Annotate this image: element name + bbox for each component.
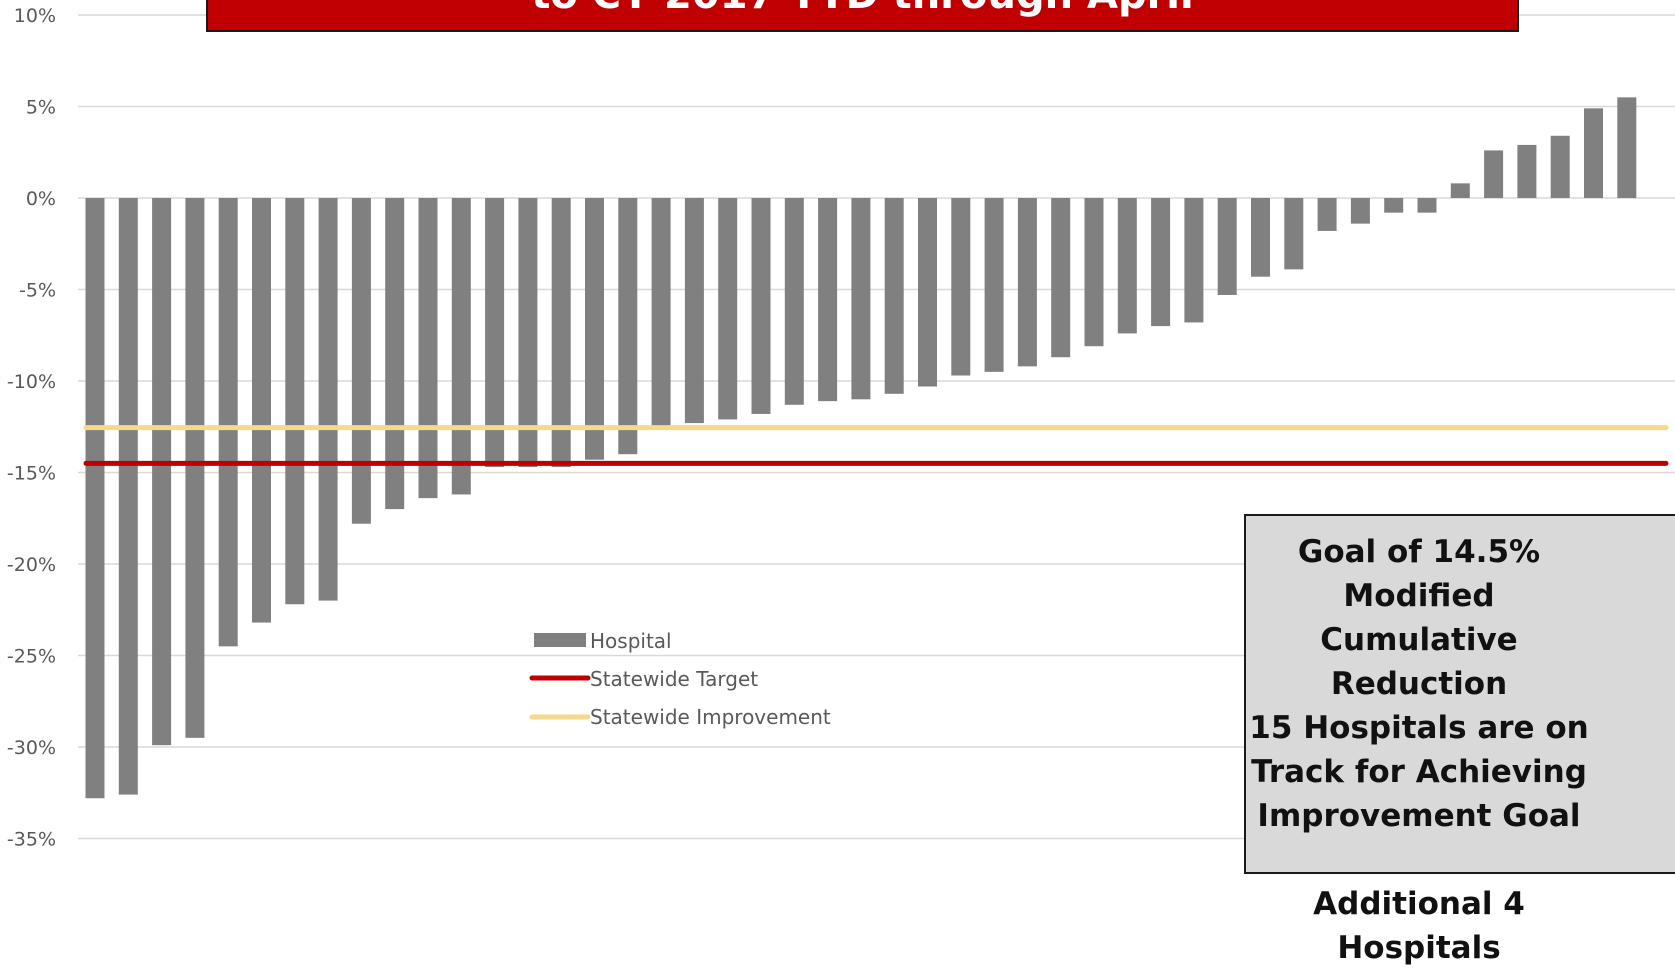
hospital-bar: [984, 198, 1004, 372]
title-banner: to CY 2017 YTD through April: [206, 0, 1519, 32]
banner-text: to CY 2017 YTD through April: [531, 0, 1193, 18]
hospital-bar: [1350, 198, 1370, 224]
hospital-bar: [784, 198, 804, 405]
hospital-bar: [285, 198, 305, 605]
hospital-bar: [1550, 135, 1570, 198]
hospital-bar: [1417, 198, 1437, 213]
hospital-bar: [1317, 198, 1337, 231]
hospital-bar: [318, 198, 338, 601]
hospital-bar: [951, 198, 971, 376]
hospital-bar: [1151, 198, 1171, 327]
hospital-bar: [751, 198, 771, 414]
hospital-bar: [851, 198, 871, 400]
hospital-bar: [918, 198, 937, 387]
hospital-bar: [1484, 150, 1504, 198]
y-tick-label: -30%: [7, 737, 56, 759]
goal-line-6: Additional 4 Hospitals: [1313, 886, 1525, 966]
hospital-bar: [1617, 97, 1637, 198]
y-tick-label: -15%: [7, 463, 56, 485]
y-tick-label: 5%: [26, 97, 56, 119]
legend-improvement-label: Statewide Improvement: [590, 705, 831, 729]
legend-hospital-swatch: [534, 633, 586, 647]
hospital-bar: [85, 198, 105, 799]
goal-line-4: Track for Achieving: [1251, 754, 1587, 790]
hospital-bar: [1217, 198, 1237, 295]
hospital-bar: [1584, 108, 1603, 198]
hospital-bar: [818, 198, 838, 402]
hospital-bar: [1384, 198, 1404, 213]
goal-line-1: Goal of 14.5% Modified: [1297, 534, 1541, 614]
legend-hospital-label: Hospital: [590, 629, 672, 653]
goal-line-5: Improvement Goal: [1257, 798, 1581, 834]
hospital-bar: [1051, 198, 1071, 358]
hospital-bar: [1251, 198, 1270, 277]
hospital-bar: [218, 198, 238, 647]
hospital-bar: [1517, 144, 1537, 198]
y-tick-label: -35%: [7, 829, 56, 849]
y-tick-label: 10%: [14, 5, 56, 27]
goal-line-3: 15 Hospitals are on: [1249, 710, 1589, 746]
hospital-bar: [185, 198, 205, 738]
hospital-bar: [618, 198, 638, 455]
y-tick-label: -20%: [7, 554, 56, 576]
hospital-bar: [152, 198, 172, 746]
hospital-bar: [1084, 198, 1104, 347]
legend-target-label: Statewide Target: [590, 667, 758, 691]
hospital-bar: [1284, 198, 1304, 270]
hospital-bar: [585, 198, 604, 460]
y-tick-label: -10%: [7, 371, 56, 393]
hospital-bar: [351, 198, 371, 524]
goal-callout-box: Goal of 14.5% Modified Cumulative Reduct…: [1244, 514, 1675, 966]
y-tick-label: 0%: [26, 188, 56, 210]
hospital-bar: [418, 198, 438, 499]
hospital-bar: [718, 198, 738, 420]
hospital-bar: [451, 198, 471, 495]
y-tick-label: -25%: [7, 646, 56, 668]
y-axis-tick-labels: 10% 5% 0% -5% -10% -15% -20% -25% -30% -35%: [7, 5, 56, 848]
hospital-bar: [1017, 198, 1037, 367]
hospital-bar: [1450, 183, 1470, 198]
hospital-bar: [252, 198, 271, 623]
y-tick-label: -5%: [19, 280, 56, 302]
hospital-bar: [884, 198, 904, 394]
hospital-bar: [1117, 198, 1137, 334]
hospital-bar: [118, 198, 138, 795]
goal-line-2: Cumulative Reduction: [1320, 622, 1518, 702]
hospital-bar: [651, 198, 671, 427]
legend: Hospital Statewide Target Statewide Impr…: [529, 629, 831, 729]
hospital-bar: [1184, 198, 1204, 323]
hospital-bar: [684, 198, 704, 424]
